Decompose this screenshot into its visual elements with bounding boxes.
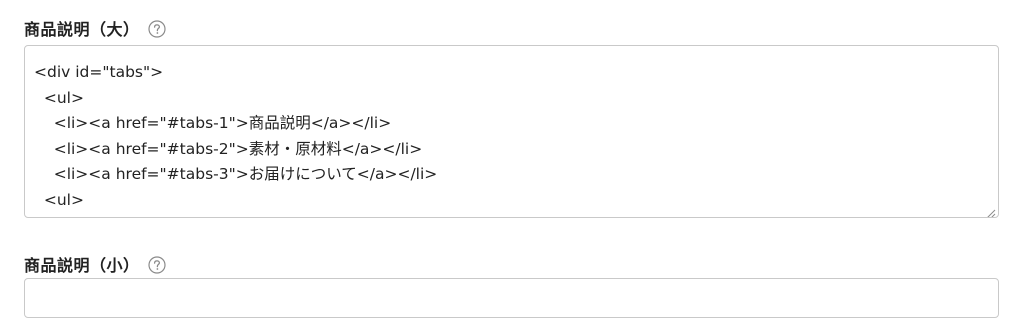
description-large-textarea[interactable]: <div id="tabs"> <ul> <li><a href="#tabs-… [24,45,999,218]
question-circle-icon[interactable] [147,19,166,38]
description-large-label-row: 商品説明（大） [24,16,166,40]
question-circle-icon[interactable] [147,255,166,274]
description-small-textarea[interactable] [24,278,999,318]
description-small-label-row: 商品説明（小） [24,252,166,276]
description-small-label: 商品説明（小） [24,256,140,275]
resize-handle-icon[interactable] [985,204,996,217]
description-large-textarea-value[interactable]: <div id="tabs"> <ul> <li><a href="#tabs-… [25,46,998,217]
description-large-label: 商品説明（大） [24,20,140,39]
